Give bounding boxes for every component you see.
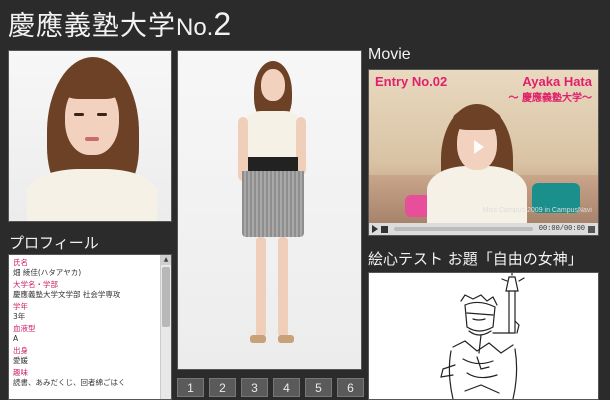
profile-field-label: 学年: [13, 302, 28, 311]
profile-field-value: 慶應義塾大学文学部 社会学専攻: [13, 290, 121, 299]
pager-button-2[interactable]: 2: [209, 378, 236, 397]
video-screen[interactable]: Entry No.02 Ayaka Hata ～ 慶應義塾大学～ Miss Ca…: [369, 70, 598, 223]
profile-panel[interactable]: 氏名畑 綾佳(ハタアヤカ) 大学名・学部 慶應義塾大学文学部 社会学専攻 学年 3年血液…: [8, 254, 172, 400]
video-progress-bar[interactable]: [394, 227, 533, 231]
profile-field-value: 愛媛: [13, 356, 28, 365]
title-no: No.: [176, 14, 214, 41]
pager-button-4[interactable]: 4: [273, 378, 300, 397]
profile-field-label: 血液型: [13, 324, 36, 333]
portrait-photo: [8, 50, 172, 222]
volume-icon[interactable]: [588, 225, 595, 233]
statue-of-liberty-drawing: [440, 273, 525, 399]
title-number: 2: [213, 6, 233, 42]
scroll-thumb[interactable]: [162, 267, 170, 327]
profile-field-value: 3年: [13, 312, 26, 321]
stop-button-icon[interactable]: [381, 225, 388, 233]
video-time: 00:00/00:00: [538, 225, 585, 233]
page-title: 慶應義塾大学No.2: [8, 4, 232, 48]
video-credit: Miss Campus 2009 in CampusNavi: [482, 207, 592, 214]
drawing-test-heading: 絵心テスト お題「自由の女神」: [368, 250, 583, 268]
title-main: 慶應義塾大学: [8, 11, 176, 42]
play-button-icon[interactable]: [372, 225, 378, 233]
pager-button-3[interactable]: 3: [241, 378, 268, 397]
movie-heading: Movie: [368, 46, 411, 63]
profile-field-label: 氏名: [13, 258, 28, 267]
photo-pager: 123456: [177, 378, 364, 397]
video-school-label: ～ 慶應義塾大学～: [508, 93, 592, 104]
drawing-panel: [368, 272, 599, 400]
pager-button-6[interactable]: 6: [337, 378, 364, 397]
video-name-label: Ayaka Hata: [522, 74, 592, 89]
video-entry-label: Entry No.02: [375, 74, 448, 89]
profile-content: 氏名畑 綾佳(ハタアヤカ) 大学名・学部 慶應義塾大学文学部 社会学専攻 学年 3年血液…: [13, 258, 157, 390]
video-player[interactable]: Entry No.02 Ayaka Hata ～ 慶應義塾大学～ Miss Ca…: [368, 69, 599, 236]
profile-field-label: 趣味: [13, 368, 28, 377]
profile-field-value: 読書、あみだくじ、回者綿ごはく: [13, 378, 126, 387]
pager-button-1[interactable]: 1: [177, 378, 204, 397]
profile-field-value: 畑 綾佳(ハタアヤカ): [13, 268, 82, 277]
video-controls: 00:00/00:00: [369, 223, 598, 235]
profile-field-label: 出身: [13, 346, 28, 355]
profile-scrollbar[interactable]: ▲: [160, 255, 171, 399]
profile-field-label: 大学名・学部: [13, 280, 58, 289]
full-body-photo: [177, 50, 362, 370]
profile-heading: プロフィール: [9, 234, 99, 252]
profile-field-value: A: [13, 334, 19, 343]
play-icon[interactable]: [474, 140, 484, 154]
pager-button-5[interactable]: 5: [305, 378, 332, 397]
scroll-up-icon[interactable]: ▲: [161, 255, 171, 265]
